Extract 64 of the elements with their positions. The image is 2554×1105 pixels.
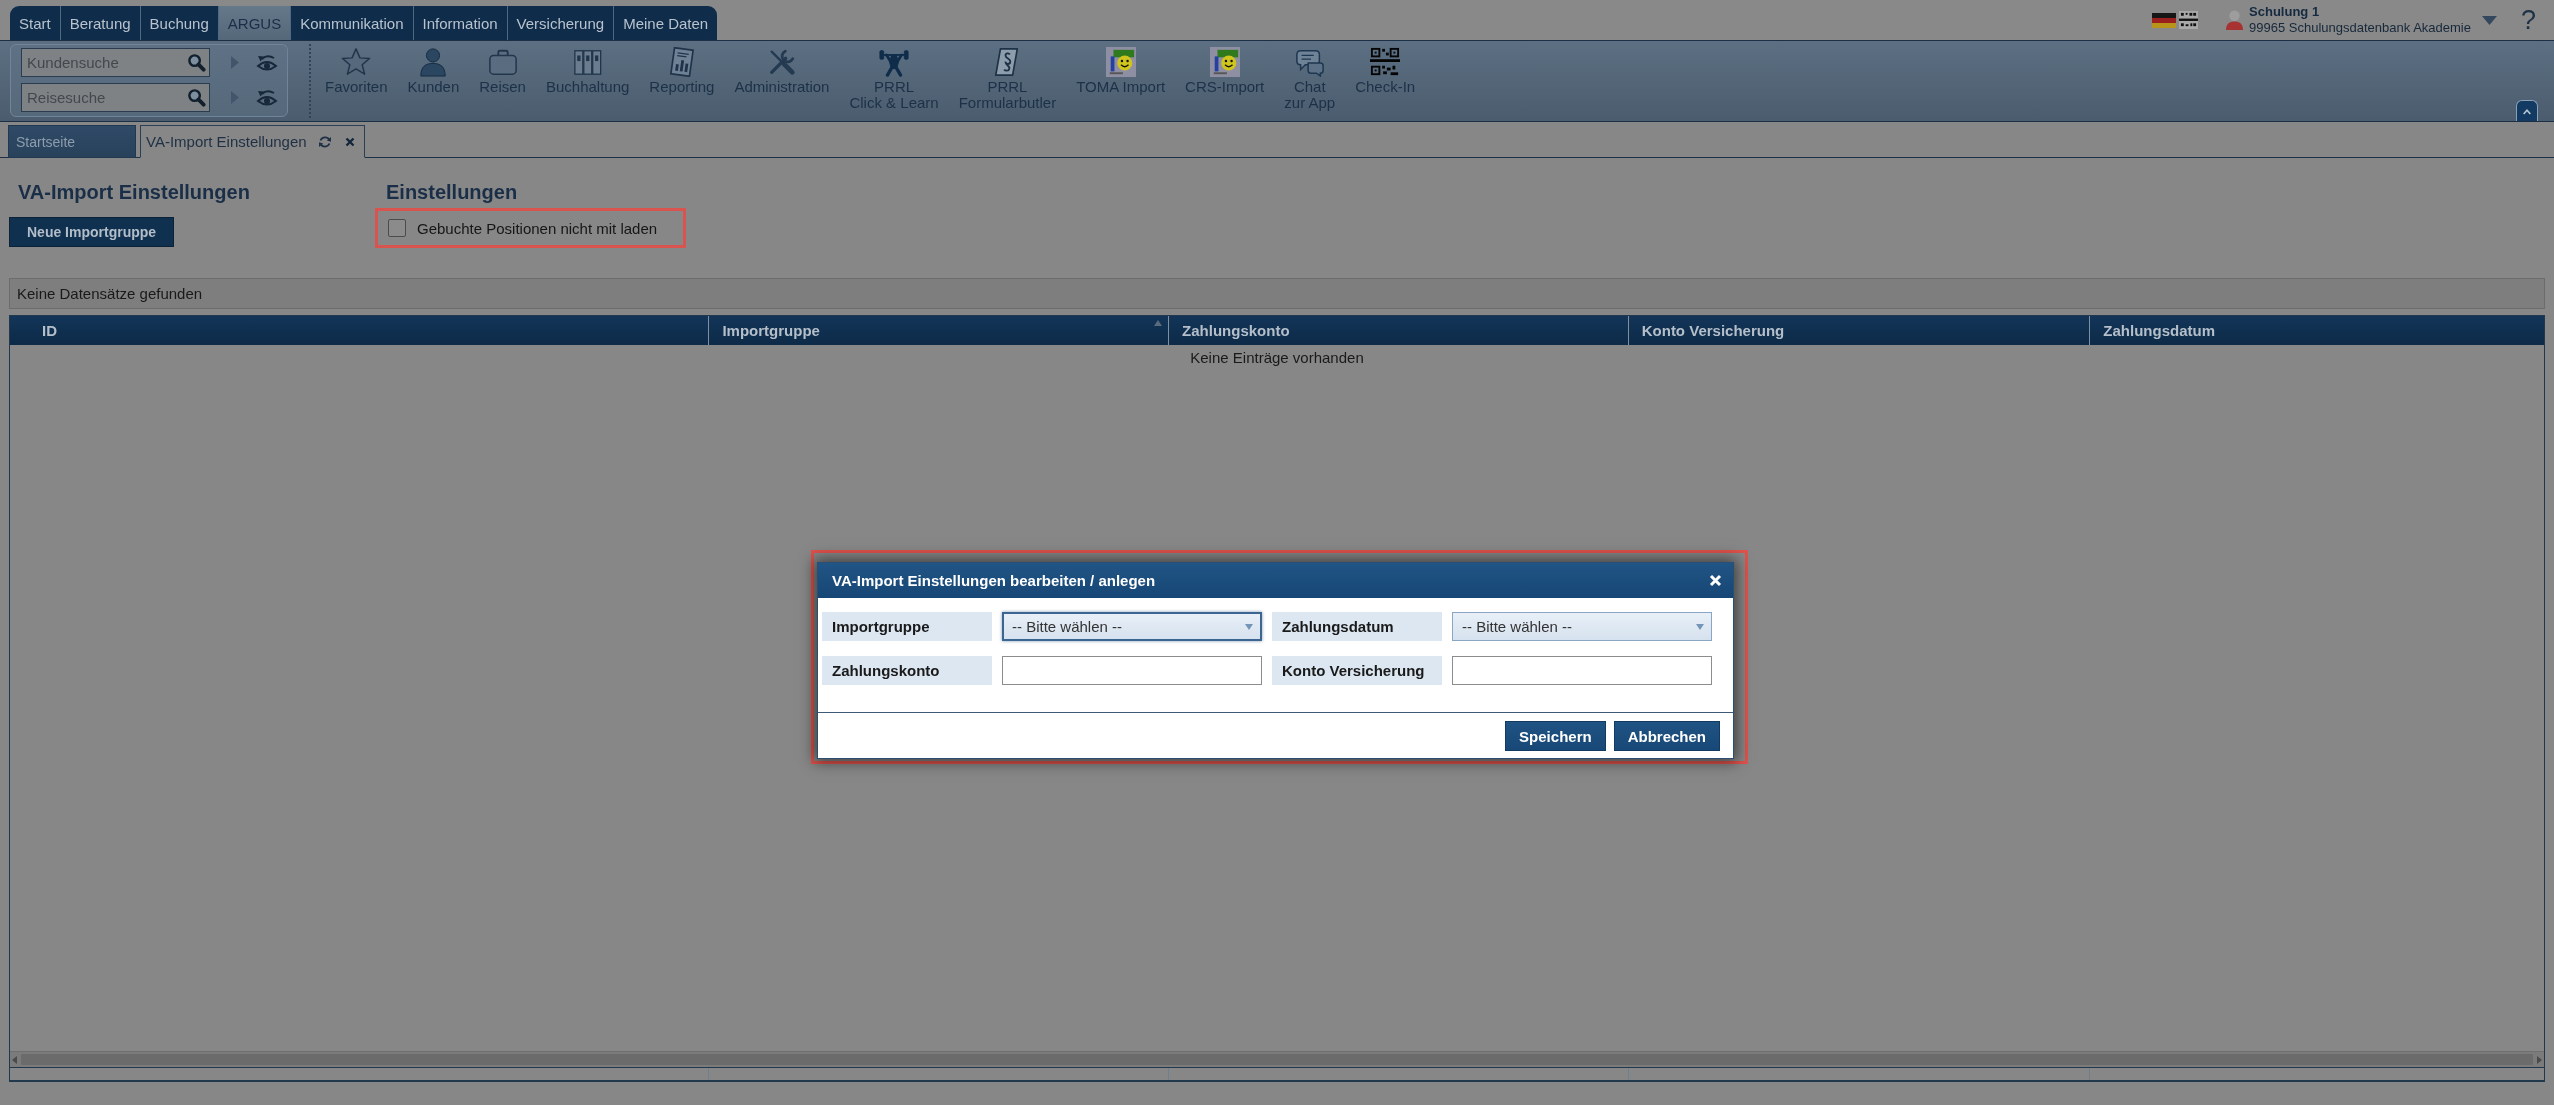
field-label: Importgruppe bbox=[822, 612, 992, 641]
page-tab[interactable]: VA-Import Einstellungen bbox=[140, 125, 365, 158]
caret-down-icon[interactable] bbox=[1696, 623, 1704, 630]
smiley-tile-icon[interactable] bbox=[1209, 47, 1240, 77]
field-label: Konto Versicherung bbox=[1272, 656, 1442, 685]
new-group-button[interactable]: Neue Importgruppe bbox=[9, 217, 175, 247]
eye-arrow-icon[interactable] bbox=[256, 52, 278, 73]
arrow-right-icon[interactable] bbox=[2537, 1055, 2542, 1064]
field-label: Zahlungsdatum bbox=[1272, 612, 1442, 641]
sort-arrow-icon[interactable] bbox=[1154, 320, 1163, 326]
nav-tab[interactable]: Meine Daten bbox=[613, 6, 718, 40]
column-header[interactable]: ID bbox=[10, 316, 709, 345]
weightlifter-icon[interactable] bbox=[879, 47, 910, 77]
suitcase-icon[interactable] bbox=[487, 47, 518, 77]
nav-tab[interactable]: Kommunikation bbox=[290, 6, 413, 40]
chat-bubbles-icon[interactable] bbox=[1294, 47, 1325, 77]
person-icon[interactable] bbox=[418, 47, 449, 77]
text-field[interactable] bbox=[1452, 656, 1712, 685]
nav-tab[interactable]: Beratung bbox=[59, 6, 140, 40]
user-icon bbox=[2226, 10, 2244, 30]
caret-up-icon[interactable] bbox=[2522, 107, 2532, 115]
search-field[interactable]: Kundensuche bbox=[21, 48, 210, 77]
page-tab[interactable]: Startseite bbox=[8, 125, 136, 158]
cancel-button[interactable]: Abbrechen bbox=[1613, 721, 1720, 751]
checkbox-label[interactable]: Gebuchte Positionen nicht mit laden bbox=[417, 219, 658, 237]
dialog-title: VA-Import Einstellungen bearbeiten / anlegen bbox=[832, 572, 1156, 589]
nav-tab[interactable]: Buchung bbox=[139, 6, 218, 40]
flag-icon[interactable] bbox=[2152, 12, 2177, 28]
star-icon[interactable] bbox=[341, 47, 372, 77]
caret-down-icon[interactable] bbox=[2481, 15, 2497, 25]
close-icon[interactable] bbox=[344, 136, 355, 147]
checkbox[interactable] bbox=[388, 219, 406, 237]
column-header[interactable]: Importgruppe bbox=[708, 316, 1169, 345]
help-button[interactable]: ? bbox=[2520, 5, 2536, 35]
column-header[interactable]: Zahlungskonto bbox=[1168, 316, 1628, 345]
text-field[interactable] bbox=[1002, 656, 1262, 685]
page-title: VA-Import Einstellungen bbox=[17, 181, 250, 204]
search-icon[interactable] bbox=[187, 88, 206, 107]
scrollbar[interactable] bbox=[10, 1051, 2544, 1067]
field-label: Zahlungskonto bbox=[822, 656, 992, 685]
user-name: Schulung 1 bbox=[2249, 4, 2321, 20]
user-company: 99965 Schulungsdatenbank Akademie bbox=[2249, 20, 2471, 36]
collapse-button[interactable] bbox=[2516, 100, 2538, 121]
refresh-icon[interactable] bbox=[317, 134, 332, 149]
section-title: Einstellungen bbox=[385, 181, 518, 204]
eye-arrow-icon[interactable] bbox=[256, 87, 278, 108]
arrow-left-icon[interactable] bbox=[12, 1055, 17, 1064]
pattern-icon[interactable] bbox=[2179, 11, 2199, 29]
empty-message: Keine Einträge vorhanden bbox=[1190, 349, 1364, 366]
select-field[interactable]: -- Bitte wählen -- bbox=[1452, 612, 1712, 641]
caret-down-icon[interactable] bbox=[1245, 623, 1253, 630]
search-field[interactable]: Reisesuche bbox=[21, 83, 210, 112]
qr-code-icon[interactable] bbox=[1370, 47, 1401, 77]
smiley-tile-icon[interactable] bbox=[1105, 47, 1136, 77]
save-button[interactable]: Speichern bbox=[1505, 721, 1606, 751]
column-header[interactable]: Konto Versicherung bbox=[1627, 316, 2090, 345]
nav-tab[interactable]: Start bbox=[10, 6, 60, 40]
binders-icon[interactable] bbox=[572, 47, 603, 77]
nav-tab[interactable]: Information bbox=[412, 6, 507, 40]
search-icon[interactable] bbox=[187, 53, 206, 72]
status-bar: Keine Datensätze gefunden bbox=[9, 278, 2545, 309]
nav-tab[interactable]: Versicherung bbox=[506, 6, 614, 40]
select-field[interactable]: -- Bitte wählen -- bbox=[1002, 612, 1262, 641]
column-header[interactable]: Zahlungsdatum bbox=[2089, 316, 2544, 345]
